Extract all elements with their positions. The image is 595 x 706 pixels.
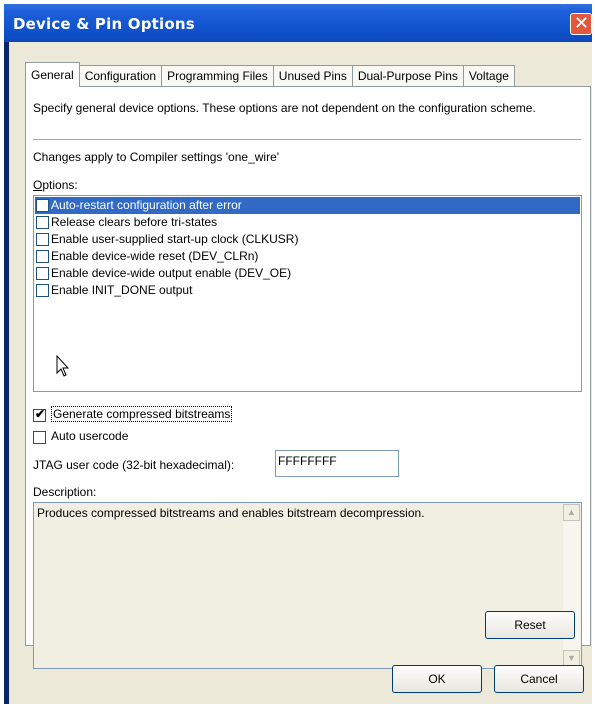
divider xyxy=(33,139,581,140)
option-checkbox[interactable] xyxy=(36,267,49,280)
tab-dual-purpose-pins[interactable]: Dual-Purpose Pins xyxy=(351,65,464,86)
option-auto-restart[interactable]: Auto-restart configuration after error xyxy=(35,197,580,214)
auto-usercode-checkbox[interactable]: Auto usercode xyxy=(33,429,173,445)
option-label: Release clears before tri-states xyxy=(51,215,218,229)
scroll-up-icon[interactable]: ▲ xyxy=(563,504,580,521)
option-clkusr[interactable]: Enable user-supplied start-up clock (CLK… xyxy=(35,231,580,248)
option-checkbox[interactable] xyxy=(36,284,49,297)
option-checkbox[interactable] xyxy=(36,216,49,229)
auto-usercode-label: Auto usercode xyxy=(51,429,129,443)
checkmark-icon: ✔ xyxy=(35,407,46,421)
option-dev-oe[interactable]: Enable device-wide output enable (DEV_OE… xyxy=(35,265,580,282)
option-dev-clrn[interactable]: Enable device-wide reset (DEV_CLRn) xyxy=(35,248,580,265)
tab-configuration[interactable]: Configuration xyxy=(78,65,163,86)
general-hint-text: Specify general device options. These op… xyxy=(33,101,536,115)
compressed-bitstreams-checkbox[interactable]: ✔ Generate compressed bitstreams xyxy=(33,406,293,423)
ok-button[interactable]: OK xyxy=(392,665,482,693)
option-checkbox[interactable] xyxy=(36,250,49,263)
close-icon: ✕ xyxy=(574,13,590,34)
description-text: Produces compressed bitstreams and enabl… xyxy=(37,506,425,520)
option-init-done[interactable]: Enable INIT_DONE output xyxy=(35,282,580,299)
title-bar[interactable]: Device & Pin Options ✕ xyxy=(4,4,592,42)
options-listbox[interactable]: Auto-restart configuration after error R… xyxy=(33,195,582,392)
checkbox-box[interactable] xyxy=(33,431,46,444)
option-checkbox[interactable] xyxy=(36,199,49,212)
description-label: Description: xyxy=(33,485,97,499)
option-label: Enable user-supplied start-up clock (CLK… xyxy=(51,232,299,246)
jtag-user-code-label: JTAG user code (32-bit hexadecimal): xyxy=(33,458,235,472)
reset-button[interactable]: Reset xyxy=(485,611,575,639)
checkbox-box[interactable]: ✔ xyxy=(33,407,46,422)
dialog-title: Device & Pin Options xyxy=(13,15,195,33)
compressed-bitstreams-label: Generate compressed bitstreams xyxy=(51,406,233,422)
tab-unused-pins[interactable]: Unused Pins xyxy=(272,65,353,86)
changes-note: Changes apply to Compiler settings 'one_… xyxy=(33,150,280,164)
option-label: Enable device-wide reset (DEV_CLRn) xyxy=(51,249,259,263)
general-tab-panel: Specify general device options. These op… xyxy=(25,86,591,669)
jtag-user-code-input[interactable]: FFFFFFFF xyxy=(275,450,399,477)
mouse-pointer-icon xyxy=(56,355,70,377)
tab-programming-files[interactable]: Programming Files xyxy=(161,65,274,86)
option-label: Enable INIT_DONE output xyxy=(51,283,193,297)
tab-strip: General Configuration Programming Files … xyxy=(25,62,515,87)
tab-voltage[interactable]: Voltage xyxy=(462,65,515,86)
description-scrollbar[interactable]: ▲ ▼ xyxy=(563,504,580,667)
option-checkbox[interactable] xyxy=(36,233,49,246)
dialog-window: Device & Pin Options ✕ General Configura… xyxy=(4,4,592,704)
option-label: Auto-restart configuration after error xyxy=(51,198,242,212)
cancel-button[interactable]: Cancel xyxy=(494,665,584,693)
option-label: Enable device-wide output enable (DEV_OE… xyxy=(51,266,292,280)
tab-general[interactable]: General xyxy=(25,62,80,87)
options-label: Options: xyxy=(33,178,78,192)
close-button[interactable]: ✕ xyxy=(570,13,592,35)
dialog-client: General Configuration Programming Files … xyxy=(9,42,592,704)
option-release-clears[interactable]: Release clears before tri-states xyxy=(35,214,580,231)
description-box: Produces compressed bitstreams and enabl… xyxy=(33,502,582,669)
